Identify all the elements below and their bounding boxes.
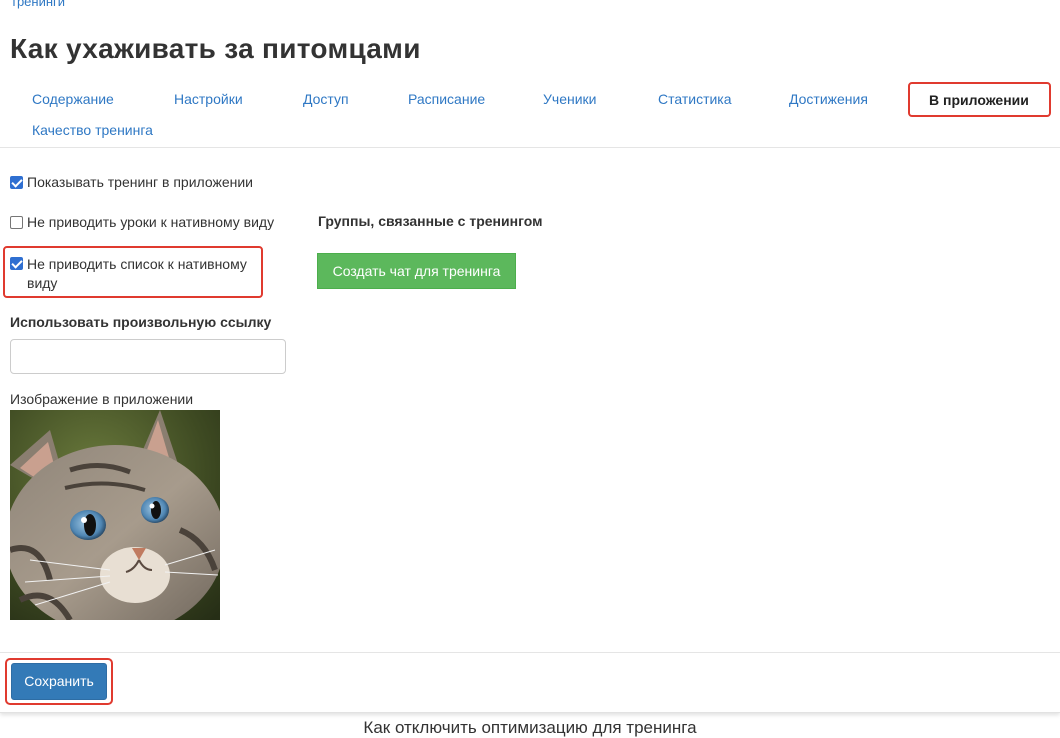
no-native-lessons-label: Не приводить уроки к нативному виду: [27, 214, 275, 230]
custom-link-label: Использовать произвольную ссылку: [10, 314, 272, 330]
caption: Как отключить оптимизацию для тренинга: [363, 718, 697, 737]
app-image-label: Изображение в приложении: [10, 391, 194, 407]
tab-training-quality[interactable]: Качество тренинга: [32, 122, 153, 138]
tab-students[interactable]: Ученики: [543, 91, 596, 107]
tab-achievements[interactable]: Достижения: [789, 91, 868, 107]
tab-in-app-label: В приложении: [929, 92, 1029, 108]
tab-in-app[interactable]: В приложении: [908, 82, 1051, 117]
tabs-bar: Содержание Настройки Доступ Расписание У…: [0, 82, 1060, 148]
checkbox-checked-icon[interactable]: [10, 176, 23, 189]
page-title: Как ухаживать за питомцами: [10, 33, 421, 64]
no-native-list-option[interactable]: Не приводить список к нативному виду: [10, 255, 258, 293]
checkbox-unchecked-icon[interactable]: [10, 216, 23, 229]
cat-photo-icon: [10, 410, 220, 620]
tab-statistics[interactable]: Статистика: [658, 91, 732, 107]
app-image[interactable]: [10, 410, 220, 620]
tab-schedule[interactable]: Расписание: [408, 91, 485, 107]
tab-content[interactable]: Содержание: [32, 91, 114, 107]
create-chat-button[interactable]: Создать чат для тренинга: [317, 253, 516, 289]
custom-link-input[interactable]: [10, 339, 286, 374]
no-native-lessons-option[interactable]: Не приводить уроки к нативному виду: [10, 214, 274, 230]
training-settings-panel: тренинги Как ухаживать за питомцами Соде…: [0, 0, 1060, 713]
checkbox-checked-icon[interactable]: [10, 257, 23, 270]
breadcrumb[interactable]: тренинги: [11, 0, 65, 9]
footer-divider: [0, 652, 1060, 653]
groups-heading: Группы, связанные с тренингом: [318, 213, 543, 229]
show-in-app-option[interactable]: Показывать тренинг в приложении: [10, 174, 253, 190]
show-in-app-label: Показывать тренинг в приложении: [27, 174, 254, 190]
tab-access[interactable]: Доступ: [303, 91, 349, 107]
save-button[interactable]: Сохранить: [11, 663, 107, 700]
no-native-list-label: Не приводить список к нативному виду: [27, 256, 247, 291]
tab-settings[interactable]: Настройки: [174, 91, 243, 107]
